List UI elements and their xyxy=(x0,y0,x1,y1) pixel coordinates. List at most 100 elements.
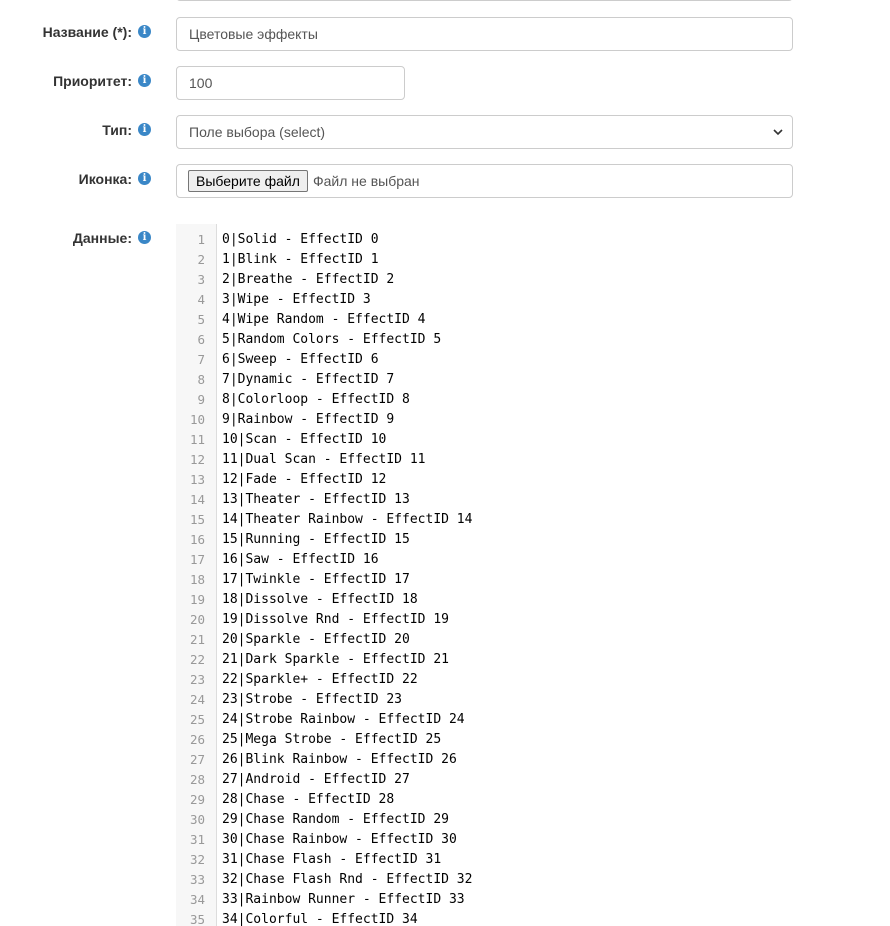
line-number: 27 xyxy=(189,752,205,767)
code-line: 7 6|Sweep - EffectID 6 xyxy=(176,350,791,370)
line-number: 12 xyxy=(189,452,205,467)
code-line-text: 0|Solid - EffectID 0 xyxy=(222,232,379,247)
code-line: 26 25|Mega Strobe - EffectID 25 xyxy=(176,730,791,750)
line-number: 7 xyxy=(197,352,205,367)
type-select[interactable]: Поле выбора (select) xyxy=(176,115,793,149)
code-line: 10 9|Rainbow - EffectID 9 xyxy=(176,410,791,430)
icon-row: Иконка: i Выберите файл Файл не выбран xyxy=(0,164,890,198)
line-number: 5 xyxy=(197,312,205,327)
code-line-text: 29|Chase Random - EffectID 29 xyxy=(222,812,449,827)
code-line-text: 7|Dynamic - EffectID 7 xyxy=(222,372,395,387)
code-line-text: 31|Chase Flash - EffectID 31 xyxy=(222,852,442,867)
code-line-text: 1|Blink - EffectID 1 xyxy=(222,252,379,267)
line-number: 20 xyxy=(189,612,205,627)
code-line-text: 34|Colorful - EffectID 34 xyxy=(222,912,418,926)
code-line-text: 25|Mega Strobe - EffectID 25 xyxy=(222,732,442,747)
code-line: 9 8|Colorloop - EffectID 8 xyxy=(176,390,791,410)
code-line: 1 0|Solid - EffectID 0 xyxy=(176,230,791,250)
info-icon[interactable]: i xyxy=(138,25,151,38)
code-line-text: 28|Chase - EffectID 28 xyxy=(222,792,395,807)
line-number: 28 xyxy=(189,772,205,787)
name-label: Название (*): xyxy=(42,24,132,40)
line-number: 21 xyxy=(189,632,205,647)
code-line: 24 23|Strobe - EffectID 23 xyxy=(176,690,791,710)
line-number: 32 xyxy=(189,852,205,867)
info-icon[interactable]: i xyxy=(138,123,151,136)
code-line: 8 7|Dynamic - EffectID 7 xyxy=(176,370,791,390)
code-line-text: 23|Strobe - EffectID 23 xyxy=(222,692,403,707)
type-select-value: Поле выбора (select) xyxy=(189,124,326,140)
code-line: 13 12|Fade - EffectID 12 xyxy=(176,470,791,490)
line-number: 4 xyxy=(197,292,205,307)
code-line-text: 10|Scan - EffectID 10 xyxy=(222,432,387,447)
code-line-text: 3|Wipe - EffectID 3 xyxy=(222,292,371,307)
line-number: 22 xyxy=(189,652,205,667)
code-line: 4 3|Wipe - EffectID 3 xyxy=(176,290,791,310)
code-line: 32 31|Chase Flash - EffectID 31 xyxy=(176,850,791,870)
code-line: 23 22|Sparkle+ - EffectID 22 xyxy=(176,670,791,690)
code-line-text: 17|Twinkle - EffectID 17 xyxy=(222,572,410,587)
line-number: 24 xyxy=(189,692,205,707)
code-line: 6 5|Random Colors - EffectID 5 xyxy=(176,330,791,350)
code-line-text: 18|Dissolve - EffectID 18 xyxy=(222,592,418,607)
line-number: 1 xyxy=(197,232,205,247)
code-line: 25 24|Strobe Rainbow - EffectID 24 xyxy=(176,710,791,730)
code-line: 31 30|Chase Rainbow - EffectID 30 xyxy=(176,830,791,850)
previous-field-edge xyxy=(176,0,793,1)
priority-row: Приоритет: i 100 xyxy=(0,66,890,100)
line-number: 18 xyxy=(189,572,205,587)
line-number: 30 xyxy=(189,812,205,827)
code-line-text: 13|Theater - EffectID 13 xyxy=(222,492,410,507)
edit-property-form: Название (*): i Цветовые эффекты Приорит… xyxy=(0,0,890,926)
code-line: 14 13|Theater - EffectID 13 xyxy=(176,490,791,510)
priority-input[interactable]: 100 xyxy=(176,66,405,100)
line-number: 33 xyxy=(189,872,205,887)
code-line-text: 26|Blink Rainbow - EffectID 26 xyxy=(222,752,457,767)
line-number: 31 xyxy=(189,832,205,847)
code-line-text: 11|Dual Scan - EffectID 11 xyxy=(222,452,426,467)
type-label: Тип: xyxy=(102,122,132,138)
code-line-text: 27|Android - EffectID 27 xyxy=(222,772,410,787)
line-number: 14 xyxy=(189,492,205,507)
code-line: 30 29|Chase Random - EffectID 29 xyxy=(176,810,791,830)
line-number: 8 xyxy=(197,372,205,387)
code-line-text: 15|Running - EffectID 15 xyxy=(222,532,410,547)
line-number: 17 xyxy=(189,552,205,567)
priority-input-value: 100 xyxy=(189,75,213,91)
code-line-text: 2|Breathe - EffectID 2 xyxy=(222,272,395,287)
code-line: 21 20|Sparkle - EffectID 20 xyxy=(176,630,791,650)
data-label: Данные: xyxy=(72,230,132,246)
code-line-text: 30|Chase Rainbow - EffectID 30 xyxy=(222,832,457,847)
line-number: 3 xyxy=(197,272,205,287)
line-number: 16 xyxy=(189,532,205,547)
line-number: 11 xyxy=(189,432,205,447)
code-line: 16 15|Running - EffectID 15 xyxy=(176,530,791,550)
choose-file-button[interactable]: Выберите файл xyxy=(188,170,308,192)
code-line-text: 24|Strobe Rainbow - EffectID 24 xyxy=(222,712,465,727)
code-line-text: 32|Chase Flash Rnd - EffectID 32 xyxy=(222,872,473,887)
name-input-value: Цветовые эффекты xyxy=(189,26,318,42)
line-number: 2 xyxy=(197,252,205,267)
code-line: 11 10|Scan - EffectID 10 xyxy=(176,430,791,450)
line-number: 15 xyxy=(189,512,205,527)
info-icon[interactable]: i xyxy=(138,172,151,185)
info-icon[interactable]: i xyxy=(138,231,151,244)
code-line-text: 6|Sweep - EffectID 6 xyxy=(222,352,379,367)
info-icon[interactable]: i xyxy=(138,74,151,87)
code-line-text: 5|Random Colors - EffectID 5 xyxy=(222,332,442,347)
icon-label: Иконка: xyxy=(78,171,132,187)
priority-label: Приоритет: xyxy=(53,73,132,89)
line-number: 9 xyxy=(197,392,205,407)
icon-file-input: Выберите файл Файл не выбран xyxy=(176,164,793,198)
code-line-text: 20|Sparkle - EffectID 20 xyxy=(222,632,410,647)
line-number: 23 xyxy=(189,672,205,687)
line-number: 6 xyxy=(197,332,205,347)
data-code-editor[interactable]: 1 0|Solid - EffectID 0 2 1|Blink - EffectID… xyxy=(176,224,791,926)
code-line-text: 16|Saw - EffectID 16 xyxy=(222,552,379,567)
code-line-text: 19|Dissolve Rnd - EffectID 19 xyxy=(222,612,449,627)
name-input[interactable]: Цветовые эффекты xyxy=(176,17,793,51)
code-line: 19 18|Dissolve - EffectID 18 xyxy=(176,590,791,610)
line-number: 13 xyxy=(189,472,205,487)
line-number: 25 xyxy=(189,712,205,727)
code-line: 3 2|Breathe - EffectID 2 xyxy=(176,270,791,290)
